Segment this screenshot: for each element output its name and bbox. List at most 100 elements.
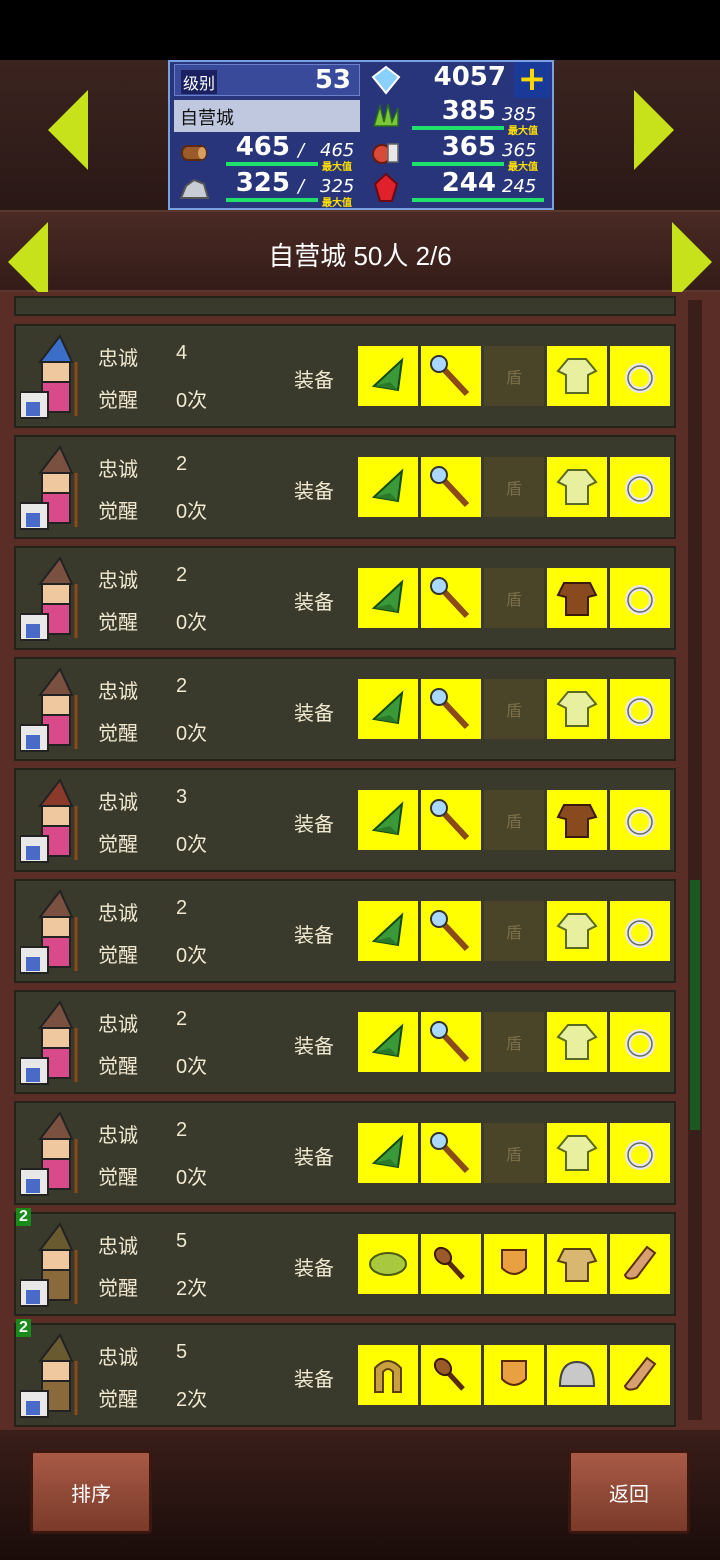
equip-slot-ring-icon[interactable] [610, 679, 670, 739]
loyalty-value: 2 [176, 1008, 188, 1030]
loyalty-label: 忠诚 [98, 570, 138, 592]
add-gems-button[interactable]: + [514, 62, 550, 98]
resident-row[interactable]: 忠诚 2 觉醒 0次 装备 盾 [14, 657, 676, 761]
equip-slot-staff-icon[interactable] [421, 679, 481, 739]
equip-slot-armor-icon[interactable] [547, 568, 607, 628]
equip-slot-hat-icon[interactable] [358, 790, 418, 850]
equip-slot-hat-icon[interactable] [358, 346, 418, 406]
scrollbar-track[interactable] [688, 300, 702, 1420]
loyalty-value: 2 [176, 897, 188, 919]
equip-slot-ring-icon[interactable] [610, 568, 670, 628]
equip-slot-staff-icon[interactable] [421, 901, 481, 961]
equip-slot-shield-empty[interactable]: 盾 [484, 457, 544, 517]
ore-max-label: 最大值 [322, 198, 352, 209]
equip-slot-hat-icon[interactable] [358, 1123, 418, 1183]
resident-row[interactable]: 忠诚 2 觉醒 0次 装备 盾 [14, 435, 676, 539]
loyalty-value: 2 [176, 1119, 188, 1141]
equip-slot-hat-icon[interactable] [358, 901, 418, 961]
equip-slot-club-icon[interactable] [421, 1234, 481, 1294]
resident-row[interactable]: 忠诚 2 觉醒 0次 装备 盾 [14, 990, 676, 1094]
equip-slot-staff-icon[interactable] [421, 457, 481, 517]
equip-slot-boot-icon[interactable] [610, 1234, 670, 1294]
ore-icon [179, 178, 210, 199]
equip-slot-shield-empty[interactable]: 盾 [484, 1123, 544, 1183]
equip-slot-staff-icon[interactable] [421, 1012, 481, 1072]
equip-slot-ring-icon[interactable] [610, 346, 670, 406]
equip-slot-hat-icon[interactable] [358, 679, 418, 739]
next-city-arrow-icon[interactable] [672, 222, 712, 302]
resident-avatar [20, 1333, 78, 1418]
equip-slot-ring-icon[interactable] [610, 1012, 670, 1072]
equip-slot-shield-empty[interactable]: 盾 [484, 679, 544, 739]
sort-button[interactable]: 排序 [30, 1450, 152, 1534]
equip-slot-shield-icon[interactable] [484, 1345, 544, 1405]
equip-slot-robe-icon[interactable] [547, 679, 607, 739]
scrollbar-thumb[interactable] [690, 880, 700, 1130]
equip-slot-leaf-icon[interactable] [358, 1234, 418, 1294]
equip-slot-staff-icon[interactable] [421, 790, 481, 850]
resident-row[interactable]: 忠诚 4 觉醒 0次 装备 盾 [14, 324, 676, 428]
awaken-value: 0次 [176, 834, 208, 856]
diamond-icon [371, 65, 401, 95]
equip-slot-tunic-icon[interactable] [547, 1234, 607, 1294]
resident-row[interactable]: 忠诚 2 觉醒 0次 装备 盾 [14, 546, 676, 650]
equip-slot-robe-icon[interactable] [547, 457, 607, 517]
resident-row[interactable]: 2 忠诚 5 觉醒 2次 装备 [14, 1208, 676, 1316]
resident-avatar [20, 778, 78, 863]
equip-slot-ring-icon[interactable] [610, 1123, 670, 1183]
awaken-value: 0次 [176, 945, 208, 967]
equip-slot-shield-empty[interactable]: 盾 [484, 901, 544, 961]
awaken-label: 觉醒 [98, 1278, 138, 1300]
prev-page-arrow-icon[interactable] [48, 90, 88, 170]
level-label: 级别 [181, 70, 218, 94]
loyalty-label: 忠诚 [98, 459, 138, 481]
equip-slot-helm-icon[interactable] [547, 1345, 607, 1405]
equip-slot-shield-icon[interactable] [484, 1234, 544, 1294]
equip-slot-robe-icon[interactable] [547, 901, 607, 961]
equip-label: 装备 [294, 925, 334, 947]
equip-slot-staff-icon[interactable] [421, 346, 481, 406]
equip-slot-shield-empty[interactable]: 盾 [484, 568, 544, 628]
ore-bar [226, 198, 318, 202]
equip-slot-staff-icon[interactable] [421, 568, 481, 628]
resident-row[interactable]: 忠诚 3 觉醒 0次 装备 盾 [14, 768, 676, 872]
awaken-value: 0次 [176, 1167, 208, 1189]
awaken-label: 觉醒 [98, 501, 138, 523]
equip-slot-shield-empty[interactable]: 盾 [484, 790, 544, 850]
wood-current: 465 [235, 132, 290, 162]
equip-slot-shield-empty[interactable]: 盾 [484, 346, 544, 406]
resident-row[interactable]: 2 忠诚 5 觉醒 2次 装备 [14, 1319, 676, 1427]
equip-slot-robe-icon[interactable] [547, 1123, 607, 1183]
awaken-label: 觉醒 [98, 945, 138, 967]
equip-slot-ring-icon[interactable] [610, 790, 670, 850]
level-box: 级别 53 [174, 64, 360, 96]
equip-slot-armor-icon[interactable] [547, 790, 607, 850]
equip-slot-shield-empty[interactable]: 盾 [484, 1012, 544, 1072]
next-page-arrow-icon[interactable] [634, 90, 674, 170]
grass-max-label: 最大值 [508, 126, 538, 137]
loyalty-label: 忠诚 [98, 792, 138, 814]
loyalty-label: 忠诚 [98, 681, 138, 703]
loyalty-value: 2 [176, 453, 188, 475]
equip-label: 装备 [294, 814, 334, 836]
resident-avatar [20, 889, 78, 974]
back-button[interactable]: 返回 [568, 1450, 690, 1534]
equip-slot-hat-icon[interactable] [358, 1012, 418, 1072]
awaken-value: 2次 [176, 1389, 208, 1411]
equip-slot-ring-icon[interactable] [610, 901, 670, 961]
resident-row[interactable]: 忠诚 2 觉醒 0次 装备 盾 [14, 879, 676, 983]
loyalty-value: 5 [176, 1230, 188, 1252]
resident-row[interactable]: 忠诚 2 觉醒 0次 装备 盾 [14, 1101, 676, 1205]
list-item-partial [14, 296, 676, 316]
equip-slot-hood-icon[interactable] [358, 1345, 418, 1405]
equip-slot-robe-icon[interactable] [547, 346, 607, 406]
equip-slot-robe-icon[interactable] [547, 1012, 607, 1072]
equip-slot-hat-icon[interactable] [358, 568, 418, 628]
equip-slot-staff-icon[interactable] [421, 1123, 481, 1183]
equip-slot-hat-icon[interactable] [358, 457, 418, 517]
ruby-bar [412, 198, 544, 202]
equip-slot-boot-icon[interactable] [610, 1345, 670, 1405]
equip-slot-club-icon[interactable] [421, 1345, 481, 1405]
food-max-label: 最大值 [508, 162, 538, 173]
equip-slot-ring-icon[interactable] [610, 457, 670, 517]
